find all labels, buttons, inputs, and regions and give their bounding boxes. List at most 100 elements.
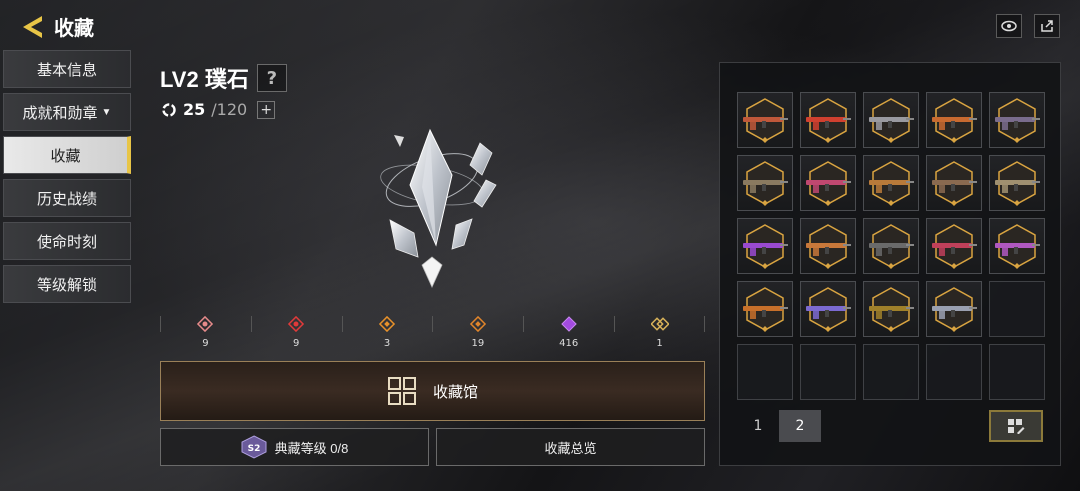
stat-item: 9 [250,312,342,352]
weapon-icon [995,224,1040,269]
weapon-icon [806,161,851,206]
stat-value: 1 [656,337,663,349]
share-icon [1041,20,1053,32]
weapon-slot[interactable] [989,92,1045,148]
red-diamond-icon [288,315,305,332]
edit-layout-button[interactable] [989,410,1043,442]
orange-diamond-icon [379,315,396,332]
grid-icon [387,377,416,405]
rose-diamond-icon [197,315,214,332]
stat-item: 3 [341,312,433,352]
stat-item: 9 [160,312,251,352]
weapon-icon [869,224,914,269]
stat-value: 9 [202,337,209,349]
weapon-slot[interactable] [800,155,856,211]
crystal-emblem-icon [380,128,497,288]
stat-item: 19 [432,312,523,352]
collection-rank-button[interactable]: S2 典藏等级 0/8 [160,428,429,466]
weapon-slot[interactable] [800,92,856,148]
eye-button[interactable] [996,14,1022,38]
purple-diamond-icon [560,315,577,332]
weapon-icon [743,161,788,206]
stat-value: 9 [293,337,300,349]
empty-slot [926,344,982,400]
page-title: 收藏 [54,16,94,40]
empty-slot [989,344,1045,400]
weapon-icon [806,98,851,143]
stat-value: 19 [471,337,485,349]
question-mark-icon: ? [266,67,278,89]
weapon-icon [806,287,851,332]
weapon-icon [932,161,977,206]
sidebar-item-mission-moments[interactable]: 使命时刻 [3,222,131,260]
sidebar-item-basic-info[interactable]: 基本信息 [3,50,131,88]
top-right-actions [996,14,1060,38]
header: 收藏 [18,12,94,41]
weapon-slot[interactable] [737,281,793,337]
sidebar-item-level-unlocks[interactable]: 等级解锁 [3,265,131,303]
weapon-icon [743,98,788,143]
weapon-slot[interactable] [800,281,856,337]
sidebar-item-label: 等级解锁 [36,276,97,294]
weapon-grid [737,92,1045,400]
edit-grid-icon [1008,419,1025,434]
level-title: LV2 璞石 [160,67,249,92]
weapon-slot[interactable] [863,281,919,337]
help-button[interactable]: ? [256,64,287,92]
weapon-icon [869,98,914,143]
page-button-2[interactable]: 2 [779,410,821,442]
weapon-slot[interactable] [989,218,1045,274]
weapon-slot[interactable] [737,92,793,148]
sidebar-item-label: 基本信息 [36,61,97,79]
sidebar-item-collection[interactable]: 收藏 [3,136,131,174]
sidebar-item-label: 收藏 [50,147,81,165]
weapon-slot[interactable] [926,218,982,274]
empty-slot [800,344,856,400]
page-button-1[interactable]: 1 [737,410,779,442]
share-button[interactable] [1034,14,1060,38]
orange-diamond-icon [469,315,486,332]
weapon-slot[interactable] [926,92,982,148]
sidebar-item-history[interactable]: 历史战绩 [3,179,131,217]
weapon-icon [869,161,914,206]
weapon-slot[interactable] [926,155,982,211]
weapon-slot[interactable] [737,155,793,211]
progress-max: /120 [211,100,248,119]
weapon-icon [932,224,977,269]
plus-icon: + [260,101,273,118]
weapon-slot[interactable] [989,155,1045,211]
weapon-slot[interactable] [800,218,856,274]
empty-slot [989,281,1045,337]
collection-overview-button[interactable]: 收藏总览 [436,428,705,466]
weapon-slot[interactable] [737,218,793,274]
sidebar: 基本信息 成就和勋章 ▼ 收藏 历史战绩 使命时刻 等级解锁 [3,50,131,308]
collection-hall-label: 收藏馆 [432,383,478,401]
weapon-icon [995,161,1040,206]
weapon-slot[interactable] [926,281,982,337]
collection-hall-button[interactable]: 收藏馆 [160,361,705,421]
weapon-slot[interactable] [863,155,919,211]
level-header: LV2 璞石 ? [160,62,287,94]
collection-progress: 25/120 + [161,100,276,119]
weapon-slot[interactable] [863,218,919,274]
gold-chain-icon [650,316,669,331]
progress-ring-icon [162,102,176,117]
pagination: 1 2 [737,410,821,442]
rarity-stats: 9 9 3 19 416 1 [160,312,705,352]
stat-item: 416 [523,312,614,352]
collection-overview-label: 收藏总览 [544,440,597,456]
weapon-icon [743,287,788,332]
collection-rank-label: 典藏等级 0/8 [274,440,349,456]
weapon-icon [932,287,977,332]
weapon-icon [932,98,977,143]
weapon-icon [743,224,788,269]
sidebar-item-label: 使命时刻 [36,233,97,251]
rank-badge-icon: S2 [241,435,267,459]
weapon-slot[interactable] [863,92,919,148]
sidebar-item-achievements[interactable]: 成就和勋章 ▼ [3,93,131,131]
stat-value: 3 [383,337,391,349]
weapon-icon [995,98,1040,143]
stat-item: 1 [614,312,705,352]
add-button[interactable]: + [257,100,276,119]
back-arrow-icon[interactable] [18,13,46,41]
